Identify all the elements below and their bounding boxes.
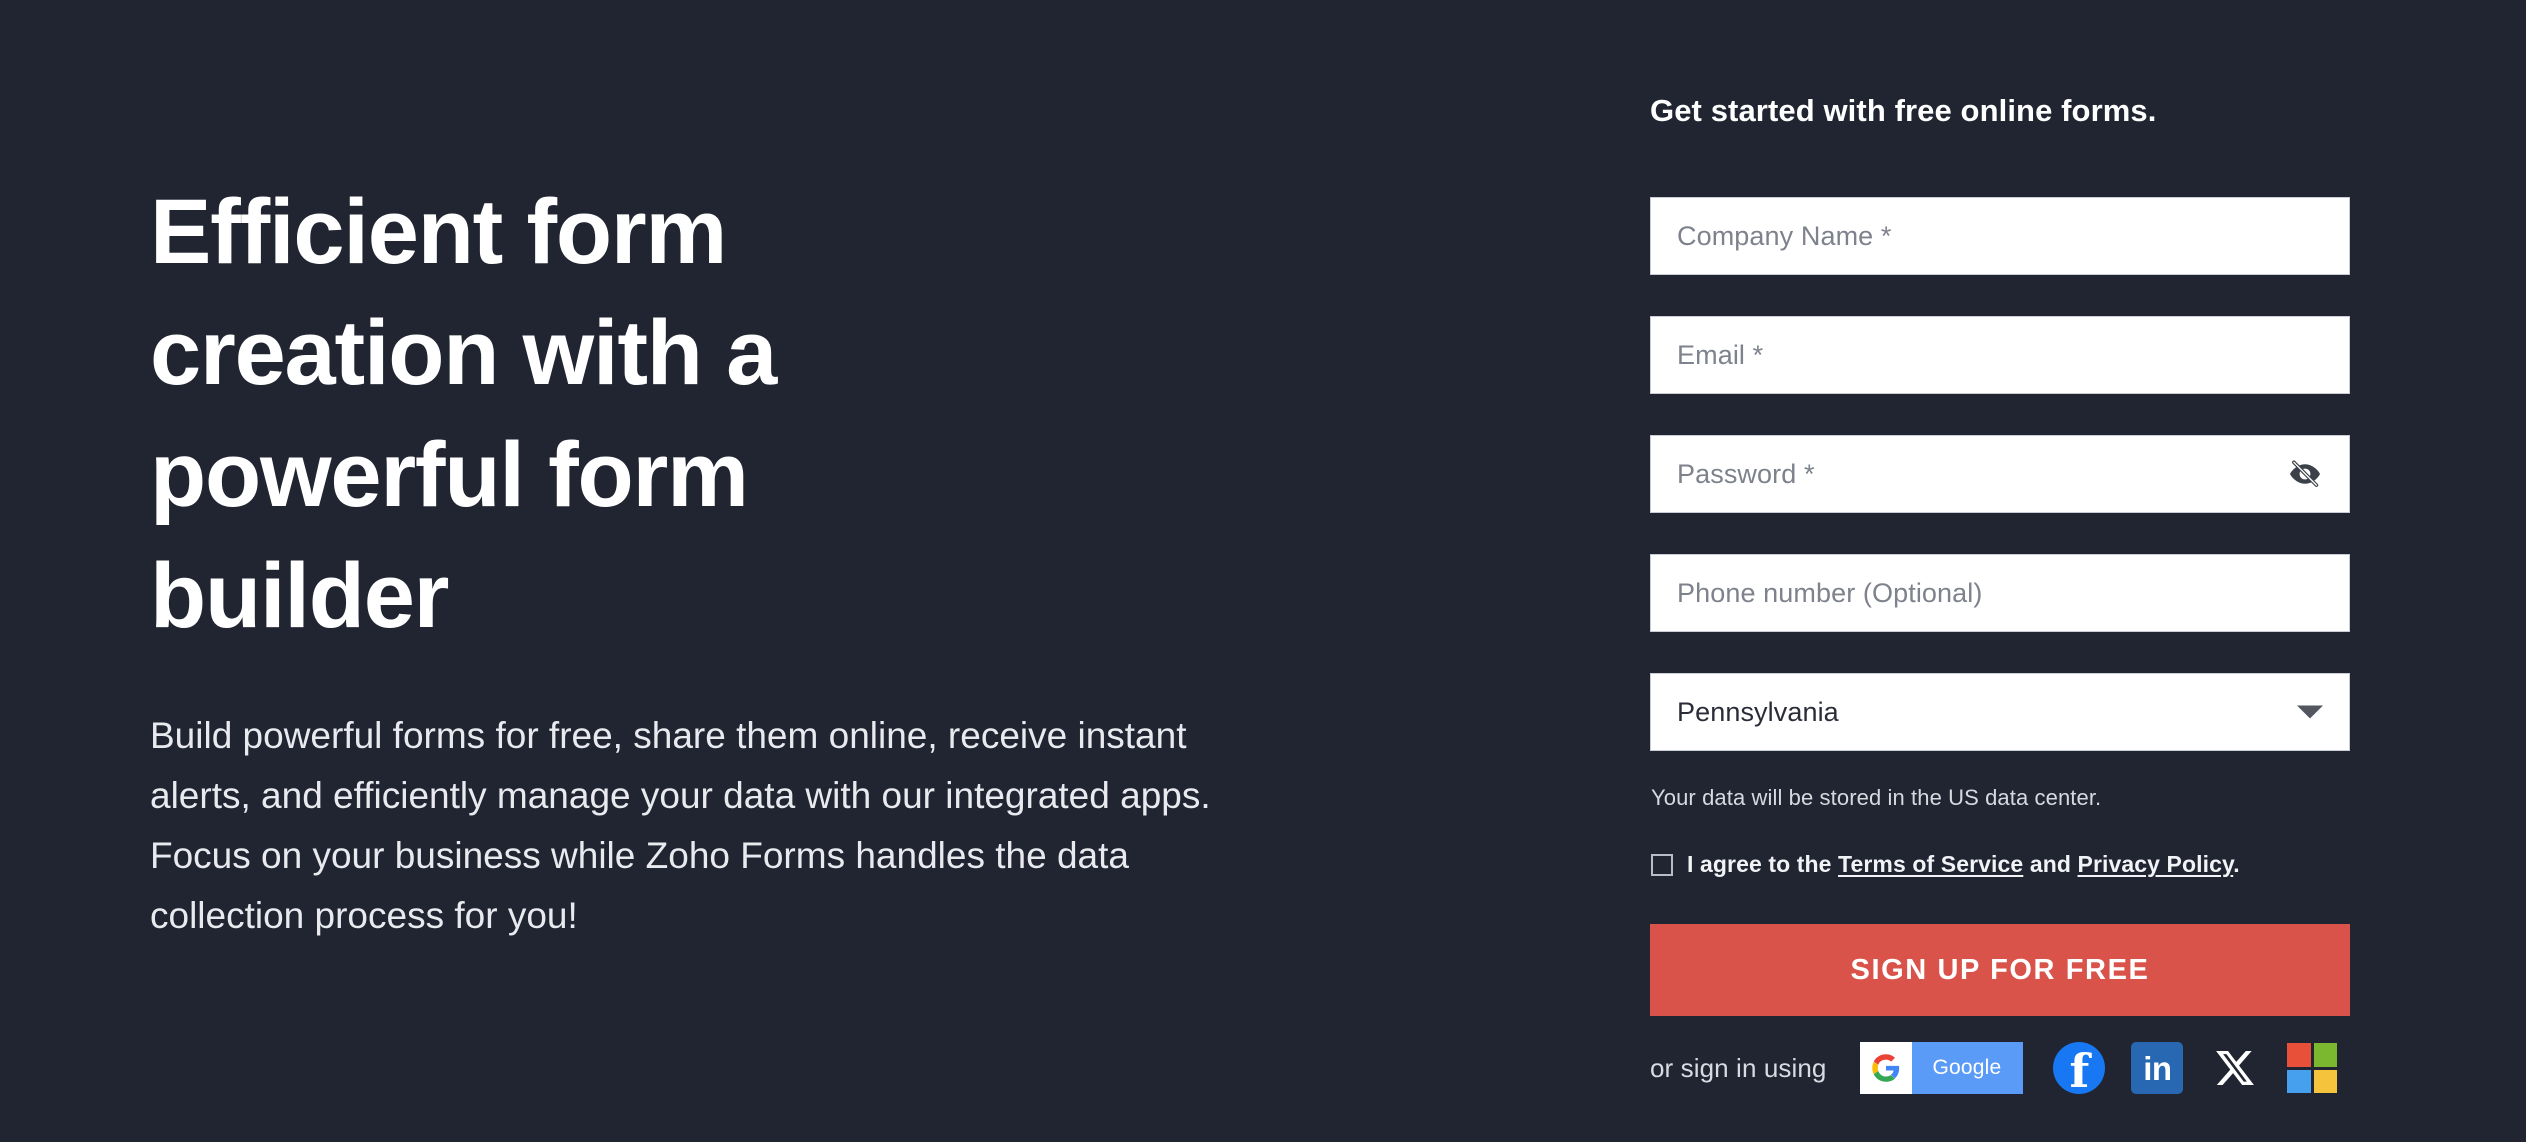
x-twitter-icon <box>2216 1051 2255 1085</box>
hero-section: Efficient form creation with a powerful … <box>150 172 1330 946</box>
linkedin-signin-button[interactable]: in <box>2131 1042 2184 1094</box>
chevron-down-icon[interactable] <box>2297 705 2323 719</box>
signup-heading: Get started with free online forms. <box>1650 93 2157 128</box>
signup-form: Company Name * Email * Password * Phone … <box>1650 197 2350 792</box>
password-placeholder: Password * <box>1677 458 1815 489</box>
facebook-signin-button[interactable]: f <box>2053 1042 2106 1099</box>
social-signin-label: or sign in using <box>1650 1052 1827 1083</box>
password-field[interactable]: Password * <box>1650 435 2350 513</box>
eye-off-icon[interactable] <box>2285 454 2325 494</box>
social-signin-row: or sign in using Google f in <box>1650 1040 2338 1099</box>
microsoft-signin-button[interactable] <box>2287 1043 2338 1093</box>
microsoft-icon-square-green <box>2313 1043 2338 1067</box>
company-name-placeholder: Company Name * <box>1677 220 1892 251</box>
microsoft-icon-square-red <box>2287 1043 2311 1067</box>
google-label: Google <box>1932 1056 2002 1079</box>
facebook-icon: f <box>2069 1044 2090 1099</box>
linkedin-icon: in <box>2143 1049 2172 1087</box>
consent-text: I agree to the Terms of Service and Priv… <box>1687 851 2240 878</box>
region-select-value: Pennsylvania <box>1677 696 1839 727</box>
consent-prefix: I agree to the <box>1687 851 1832 877</box>
microsoft-icon-square-blue <box>2287 1069 2311 1093</box>
privacy-policy-link[interactable]: Privacy Policy <box>2078 851 2234 877</box>
terms-of-service-link[interactable]: Terms of Service <box>1838 851 2023 877</box>
microsoft-icon-square-yellow <box>2313 1069 2338 1093</box>
consent-conjunction: and <box>2029 851 2072 877</box>
datacenter-note: Your data will be stored in the US data … <box>1651 785 2102 810</box>
google-signin-button[interactable]: Google <box>1860 1042 2024 1094</box>
signup-page: Efficient form creation with a powerful … <box>0 0 2526 1142</box>
company-name-field[interactable]: Company Name * <box>1650 197 2350 275</box>
phone-number-field[interactable]: Phone number (Optional) <box>1650 554 2350 632</box>
consent-suffix: . <box>2233 851 2240 877</box>
region-select[interactable]: Pennsylvania <box>1650 673 2350 751</box>
sign-up-for-free-button[interactable]: SIGN UP FOR FREE <box>1650 924 2350 1016</box>
phone-number-placeholder: Phone number (Optional) <box>1677 577 1983 608</box>
email-placeholder: Email * <box>1677 339 1764 370</box>
consent-row: I agree to the Terms of Service and Priv… <box>1651 851 2240 878</box>
google-icon <box>1860 1042 1913 1094</box>
terms-checkbox[interactable] <box>1651 853 1673 876</box>
hero-description: Build powerful forms for free, share the… <box>150 714 1211 936</box>
page-title: Efficient form creation with a powerful … <box>150 181 777 648</box>
x-signin-button[interactable] <box>2209 1042 2261 1094</box>
email-field[interactable]: Email * <box>1650 316 2350 394</box>
